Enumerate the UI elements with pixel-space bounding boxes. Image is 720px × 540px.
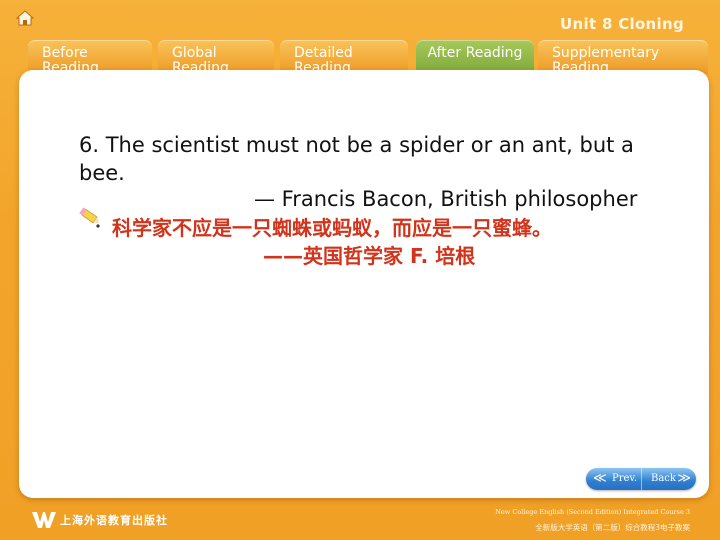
tab-after-reading[interactable]: After Reading <box>416 40 534 74</box>
pencil-icon <box>79 207 100 228</box>
tab-supplementary-reading[interactable]: Supplementary Reading <box>538 40 708 74</box>
translation-line-1: 科学家不应是一只蜘蛛或蚂蚁，而应是一只蜜蜂。 <box>112 216 552 240</box>
tab-label: After Reading <box>427 45 523 61</box>
double-chevron-left-icon: ≪ <box>593 471 607 486</box>
prev-label: Prev. <box>612 473 638 484</box>
slide-navigation: ≪ Prev. Back ≫ <box>586 468 696 490</box>
back-button[interactable]: Back ≫ <box>641 468 697 490</box>
tab-detailed-reading[interactable]: Detailed Reading <box>280 40 408 74</box>
unit-title: Unit 8 Cloning <box>560 15 684 33</box>
tab-before-reading[interactable]: Before Reading <box>28 40 152 74</box>
course-title-cn: 全新版大学英语（第二版）综合教程3电子教案 <box>535 523 690 532</box>
prev-button[interactable]: ≪ Prev. <box>586 468 641 490</box>
section-tabs: Before Reading Global Reading Detailed R… <box>28 40 708 74</box>
quote-attribution: — Francis Bacon, British philosopher <box>254 187 638 211</box>
back-label: Back <box>651 473 676 484</box>
translation-line-2: ——英国哲学家 F. 培根 <box>263 244 476 268</box>
quote-text: 6. The scientist must not be a spider or… <box>79 133 634 185</box>
tab-global-reading[interactable]: Global Reading <box>158 40 274 74</box>
home-icon[interactable] <box>16 10 34 26</box>
double-chevron-right-icon: ≫ <box>677 471 691 486</box>
course-title-en: New College English (Second Edition) Int… <box>495 508 690 516</box>
publisher-name: 上海外语教育出版社 <box>60 514 168 527</box>
publisher-logo <box>32 512 56 528</box>
